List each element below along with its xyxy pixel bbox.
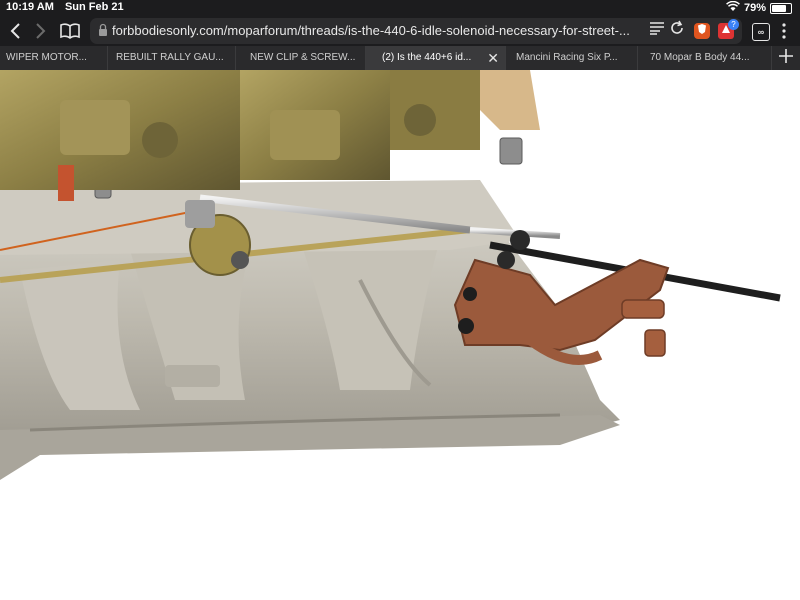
tab-mancini-racing[interactable]: Mancini Racing Six P... (506, 46, 638, 70)
status-right: 79% (726, 0, 792, 15)
battery-percent: 79% (743, 2, 766, 14)
extension-icon[interactable]: ? (718, 19, 739, 39)
new-tab-button[interactable] (772, 46, 800, 70)
status-bar: 10:19 AM Sun Feb 21 79% (0, 0, 800, 16)
plus-icon (779, 49, 793, 63)
forward-button[interactable] (28, 19, 52, 43)
tab-label: Mancini Racing Six P... (516, 52, 618, 63)
chevron-right-icon (36, 23, 46, 39)
tab-rally-gauges[interactable]: REBUILT RALLY GAU... (108, 46, 236, 70)
status-left: 10:19 AM Sun Feb 21 (6, 1, 132, 13)
browser-toolbar: forbbodiesonly.com/moparforum/threads/is… (0, 16, 800, 46)
reload-icon[interactable] (666, 20, 688, 42)
tab-bar: WIPER MOTOR... REBUILT RALLY GAU... NEW … (0, 46, 800, 70)
battery-icon (770, 2, 792, 14)
address-bar[interactable]: forbbodiesonly.com/moparforum/threads/is… (90, 18, 742, 44)
tab-label: WIPER MOTOR... (6, 52, 87, 63)
intake-manifold-photo (0, 70, 781, 480)
tab-overview-button[interactable]: ∞ (752, 23, 770, 41)
tab-label: (2) Is the 440+6 id... (382, 52, 472, 63)
more-menu-button[interactable] (772, 19, 796, 43)
tab-label: 70 Mopar B Body 44... (650, 52, 750, 63)
chevron-left-icon (10, 23, 20, 39)
extension-badge: ? (728, 19, 739, 30)
status-time: 10:19 AM (6, 1, 54, 13)
bookmarks-button[interactable] (58, 19, 82, 43)
reader-mode-icon[interactable] (646, 20, 668, 42)
back-button[interactable] (4, 19, 28, 43)
close-tab-icon[interactable]: ✕ (487, 46, 499, 70)
tab-440-idle-solenoid[interactable]: (2) Is the 440+6 id... ✕ (366, 46, 506, 70)
tab-label: NEW CLIP & SCREW... (250, 52, 356, 63)
url-text[interactable]: forbbodiesonly.com/moparforum/threads/is… (112, 23, 640, 38)
tab-label: REBUILT RALLY GAU... (116, 52, 224, 63)
wifi-icon (726, 0, 740, 15)
status-date: Sun Feb 21 (64, 1, 124, 13)
lock-icon (98, 23, 110, 39)
book-icon (60, 23, 80, 39)
tab-clip-screw[interactable]: NEW CLIP & SCREW... (236, 46, 366, 70)
tab-70-mopar[interactable]: 70 Mopar B Body 44... (638, 46, 772, 70)
solenoid-bracket (453, 251, 670, 365)
page-content (0, 70, 800, 600)
brave-shield-icon[interactable] (694, 23, 710, 39)
tab-wiper-motor[interactable]: WIPER MOTOR... (0, 46, 108, 70)
more-icon (782, 23, 786, 39)
